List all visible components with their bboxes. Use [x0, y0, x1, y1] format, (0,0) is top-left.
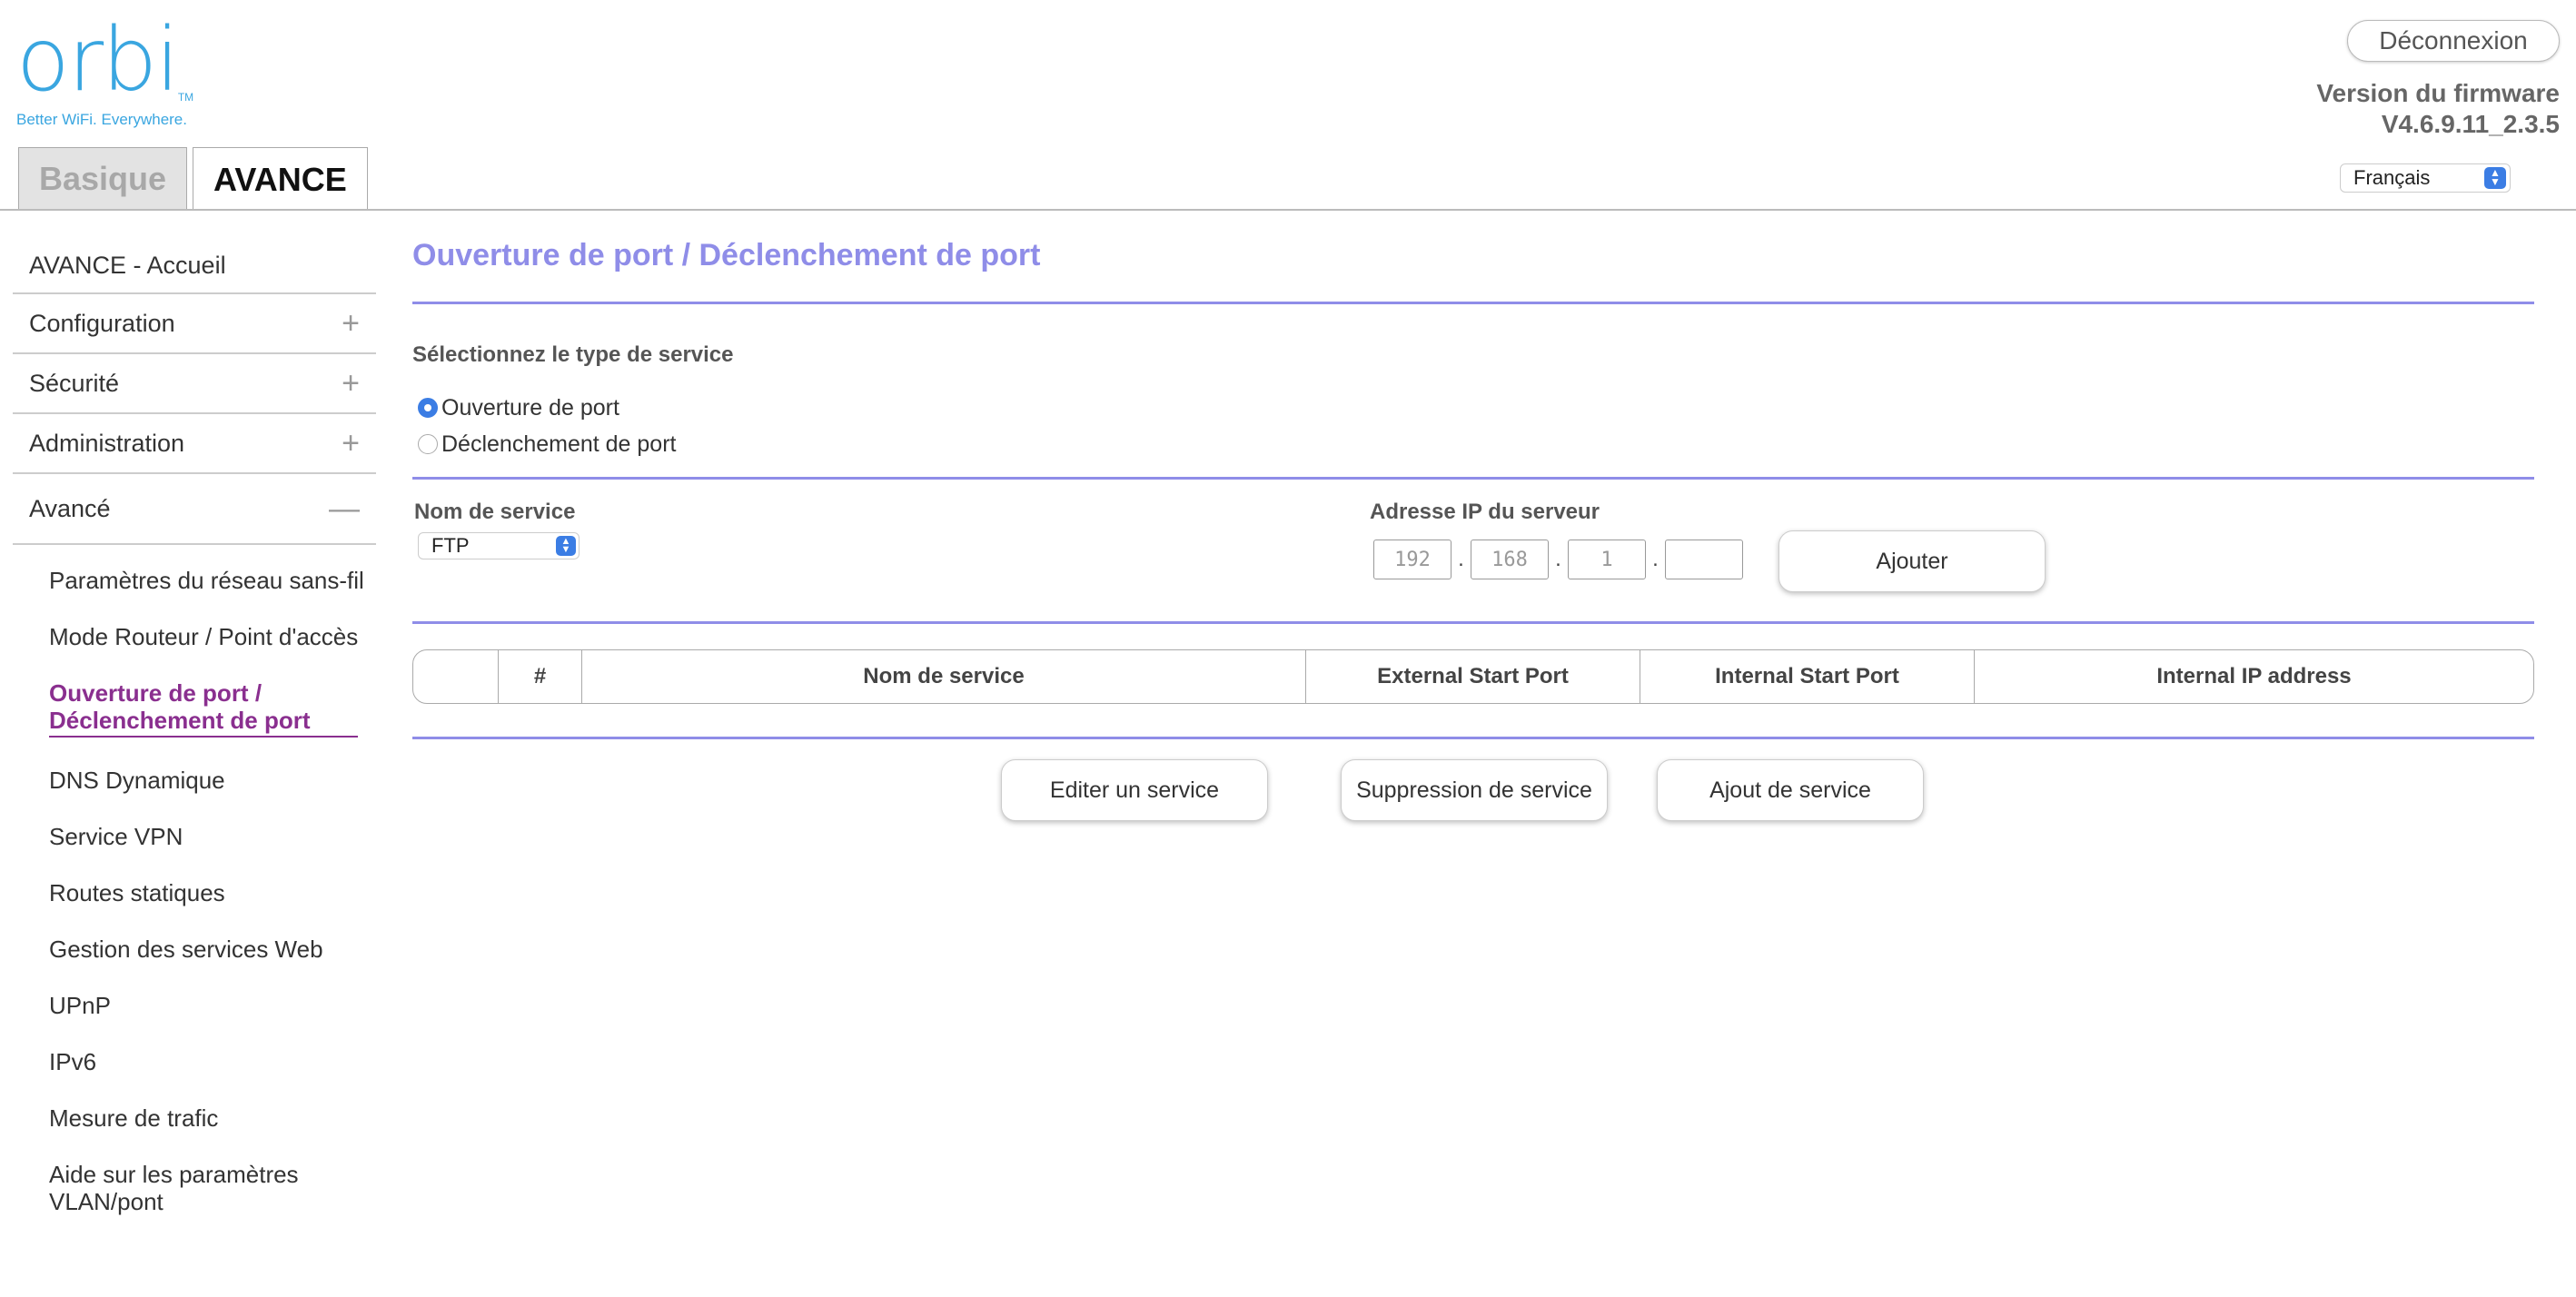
sidebar-subitem-port-forwarding[interactable]: Ouverture de port / Déclenchement de por… — [49, 679, 358, 738]
table-header-service-name: Nom de service — [582, 650, 1306, 703]
select-arrows-icon: ▲ ▼ — [2484, 167, 2506, 189]
ip-separator: . — [1652, 547, 1659, 571]
sidebar-submenu: Paramètres du réseau sans-fil Mode Route… — [13, 567, 376, 1215]
sidebar-subitem-traffic-meter[interactable]: Mesure de trafic — [49, 1104, 367, 1132]
service-actions: Editer un service Suppression de service… — [412, 739, 2534, 857]
radio-port-triggering-row[interactable]: Déclenchement de port — [412, 431, 2534, 457]
service-name-label: Nom de service — [414, 500, 576, 524]
sidebar-subitem-vlan-help[interactable]: Aide sur les paramètres VLAN/pont — [49, 1161, 367, 1215]
ip-octet-2-input[interactable]: 168 — [1471, 540, 1549, 579]
sidebar-subitem-dynamic-dns[interactable]: DNS Dynamique — [49, 767, 367, 794]
sidebar-subitem-upnp[interactable]: UPnP — [49, 992, 367, 1019]
ip-separator: . — [1458, 547, 1464, 571]
sidebar-subitem-web-services[interactable]: Gestion des services Web — [49, 936, 367, 963]
table-header-select — [413, 650, 499, 703]
table-header-external-start-port: External Start Port — [1306, 650, 1640, 703]
sidebar-item-label: AVANCE - Accueil — [29, 251, 226, 279]
radio-label: Ouverture de port — [441, 394, 619, 421]
radio-port-forwarding[interactable] — [418, 398, 438, 418]
page-title: Ouverture de port / Déclenchement de por… — [412, 238, 1041, 272]
language-value: Français — [2353, 166, 2431, 189]
sidebar-subitem-wireless[interactable]: Paramètres du réseau sans-fil — [49, 567, 367, 594]
service-type-label: Sélectionnez le type de service — [412, 342, 734, 367]
main-content: Ouverture de port / Déclenchement de por… — [412, 238, 2534, 857]
ip-octet-4-input[interactable] — [1665, 540, 1743, 579]
sidebar-item-label: Sécurité — [29, 369, 120, 397]
orbi-logo: orbiTM Better WiFi. Everywhere. — [16, 16, 193, 129]
mode-tabs: Basique AVANCE — [18, 147, 368, 211]
server-ip-fields: 192 . 168 . 1 . — [1373, 540, 1743, 579]
service-form: Nom de service FTP ▲ ▼ Adresse IP du serv… — [412, 480, 2534, 625]
sidebar-subitem-router-ap-mode[interactable]: Mode Routeur / Point d'accès — [49, 623, 367, 650]
table-header-internal-start-port: Internal Start Port — [1640, 650, 1975, 703]
logo-text: orbi — [16, 9, 180, 111]
sidebar-subitem-ipv6[interactable]: IPv6 — [49, 1048, 367, 1075]
language-select[interactable]: Français ▲ ▼ — [2340, 163, 2511, 193]
title-divider — [412, 302, 2534, 304]
plus-icon: + — [342, 305, 360, 341]
sidebar-subitem-static-routes[interactable]: Routes statiques — [49, 879, 367, 906]
plus-icon: + — [342, 365, 360, 401]
sidebar: AVANCE - Accueil Configuration + Sécurit… — [13, 238, 376, 1244]
radio-label: Déclenchement de port — [441, 431, 677, 457]
ip-octet-1-input[interactable]: 192 — [1373, 540, 1451, 579]
sidebar-item-label: Configuration — [29, 309, 175, 337]
radio-port-triggering[interactable] — [418, 434, 438, 454]
firmware-version: V4.6.9.11_2.3.5 — [2381, 109, 2560, 138]
service-name-value: FTP — [431, 534, 470, 557]
sidebar-item-label: Administration — [29, 429, 185, 457]
minus-icon: — — [329, 490, 360, 526]
radio-port-forwarding-row[interactable]: Ouverture de port — [412, 395, 2534, 421]
edit-service-button[interactable]: Editer un service — [1001, 759, 1268, 821]
plus-icon: + — [342, 425, 360, 460]
sidebar-subitem-vpn[interactable]: Service VPN — [49, 823, 367, 850]
server-ip-label: Adresse IP du serveur — [1370, 500, 1600, 524]
ip-octet-3-input[interactable]: 1 — [1568, 540, 1646, 579]
add-button[interactable]: Ajouter — [1778, 530, 2046, 592]
firmware-info: Version du firmware V4.6.9.11_2.3.5 — [2316, 78, 2560, 139]
sidebar-item-avance[interactable]: Avancé — — [13, 474, 376, 545]
sidebar-item-label: Avancé — [29, 494, 111, 522]
logout-button[interactable]: Déconnexion — [2347, 20, 2560, 62]
tab-basique[interactable]: Basique — [18, 147, 188, 209]
header-divider — [0, 209, 2576, 211]
select-arrows-icon: ▲ ▼ — [556, 536, 576, 556]
sidebar-item-configuration[interactable]: Configuration + — [13, 294, 376, 354]
add-service-button[interactable]: Ajout de service — [1657, 759, 1924, 821]
logo-tagline: Better WiFi. Everywhere. — [16, 111, 187, 128]
firmware-label: Version du firmware — [2316, 79, 2560, 107]
sidebar-item-securite[interactable]: Sécurité + — [13, 354, 376, 414]
sidebar-item-administration[interactable]: Administration + — [13, 414, 376, 474]
logo-trademark: TM — [177, 91, 194, 104]
tab-avance[interactable]: AVANCE — [193, 147, 368, 211]
sidebar-item-avance-accueil[interactable]: AVANCE - Accueil — [13, 238, 376, 294]
service-name-select[interactable]: FTP ▲ ▼ — [418, 532, 580, 559]
ip-separator: . — [1555, 547, 1561, 571]
services-table-header: # Nom de service External Start Port Int… — [412, 649, 2534, 704]
table-header-internal-ip: Internal IP address — [2156, 664, 2352, 688]
delete-service-button[interactable]: Suppression de service — [1341, 759, 1608, 821]
table-header-number: # — [499, 650, 582, 703]
